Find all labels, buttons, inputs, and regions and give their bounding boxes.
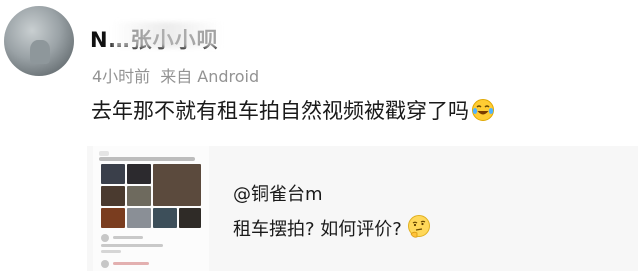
thumb-line (113, 236, 143, 239)
laughing-with-tears-icon (471, 98, 495, 127)
thumb-img (153, 164, 201, 206)
shared-post-text-content: 租车摆拍? 如何评价? (233, 219, 402, 240)
post-source: 来自 Android (160, 67, 260, 86)
thumb-img (127, 208, 151, 228)
shared-post-card[interactable]: @铜雀台m 租车摆拍? 如何评价? (87, 146, 638, 271)
thumb-img (179, 208, 201, 228)
post-time: 4小时前 (92, 67, 151, 86)
shared-post-text: 租车摆拍? 如何评价? (233, 214, 432, 245)
thumb-img (101, 208, 125, 228)
thumb-img (153, 208, 177, 228)
shared-post-thumbnail[interactable] (93, 146, 209, 271)
thumb-title-line (99, 157, 195, 161)
thumb-img (127, 164, 151, 184)
thumb-img (127, 186, 151, 206)
thumb-line (113, 262, 149, 265)
post-meta: 4小时前 来自 Android (92, 63, 259, 87)
thumb-header-dot (99, 151, 109, 156)
thumb-img (101, 186, 125, 206)
post-text-content: 去年那不就有租车拍自然视频被戳穿了吗 (91, 99, 469, 123)
username-blur-mask (112, 22, 222, 48)
thumb-line (101, 250, 121, 253)
thinking-face-icon (406, 214, 432, 245)
thumb-line (101, 244, 163, 247)
thumb-avatar (101, 260, 109, 268)
thumb-image-grid (101, 164, 201, 228)
avatar[interactable] (4, 6, 74, 76)
thumb-avatar (101, 234, 109, 242)
post-text: 去年那不就有租车拍自然视频被戳穿了吗 (91, 95, 495, 127)
avatar-figure (30, 40, 50, 64)
thumb-img (101, 164, 125, 184)
shared-post-author[interactable]: @铜雀台m (233, 180, 323, 206)
